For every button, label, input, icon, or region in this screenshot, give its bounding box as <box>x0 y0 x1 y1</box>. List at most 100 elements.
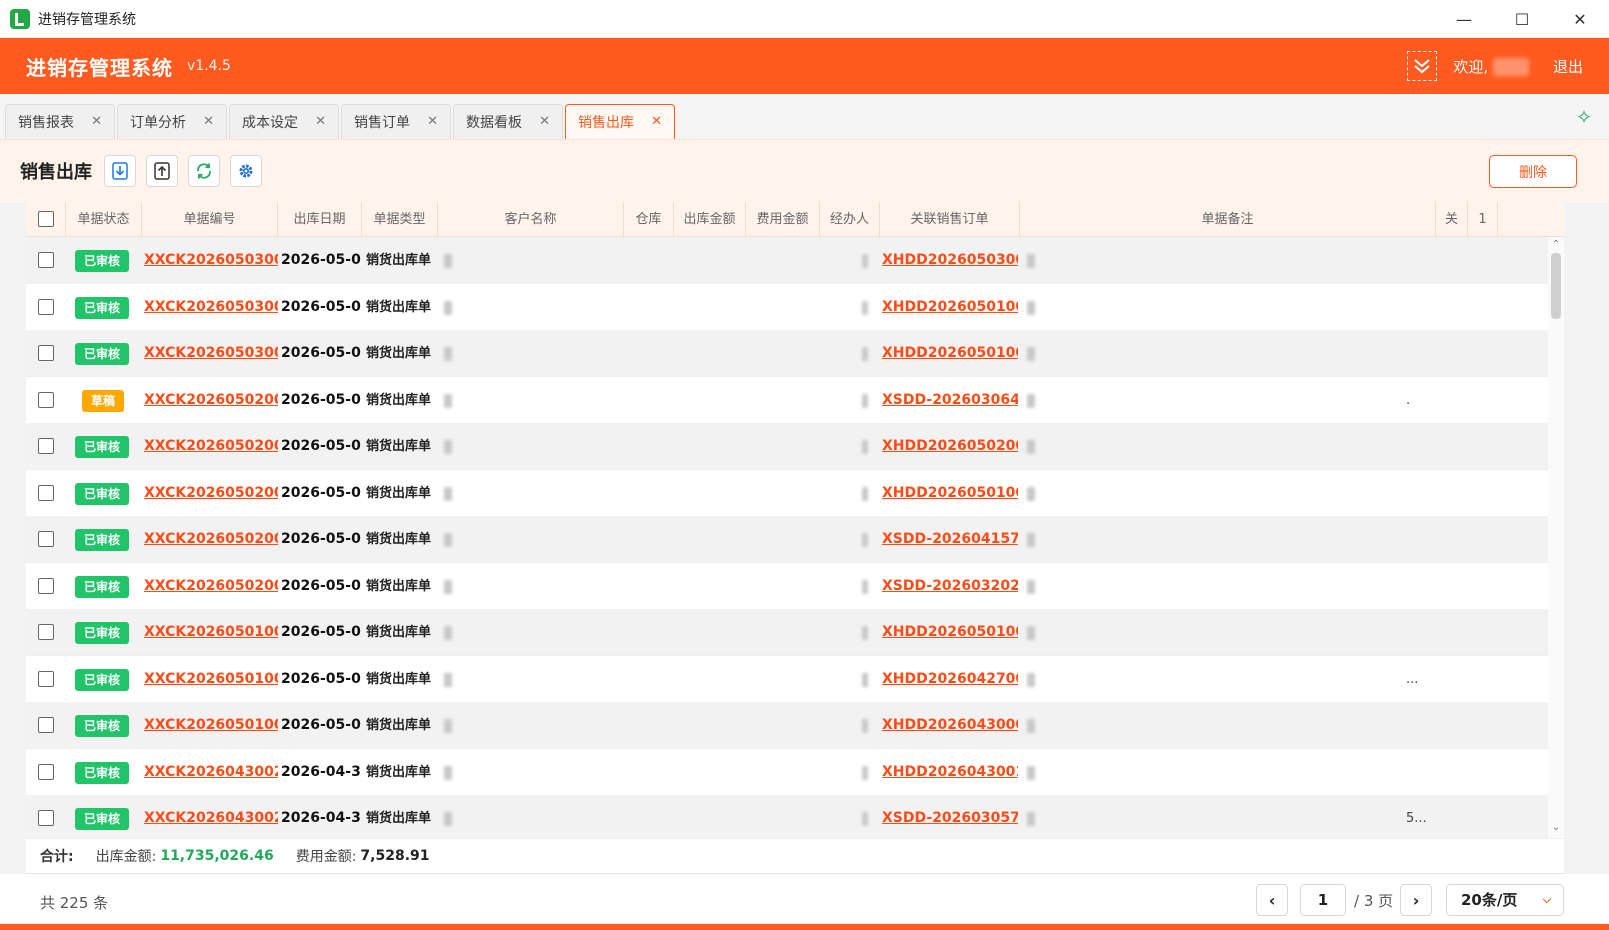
close-window-button[interactable]: ✕ <box>1551 0 1609 38</box>
pinwheel-icon[interactable]: ✧ <box>1573 106 1595 128</box>
doc-no-link[interactable]: XXCK20260502001 <box>144 578 278 594</box>
row-checkbox[interactable] <box>38 438 54 454</box>
linked-order-link[interactable]: XSDD-2026032024 <box>882 578 1018 594</box>
tab-sales-report[interactable]: 销售报表 ✕ <box>5 104 115 139</box>
table-row[interactable]: 已审核 XXCK202605020022026-05-02 销货出库单 XSDD-20… <box>26 516 1564 563</box>
table-row[interactable]: 已审核 XXCK202605030012026-05-03 销货出库单 XHDD202… <box>26 330 1564 377</box>
doc-no-link[interactable]: XXCK20260502005 <box>144 392 278 408</box>
linked-order-link[interactable]: XHDD20260501001 <box>882 345 1018 361</box>
doc-no-link[interactable]: XXCK20260501003 <box>144 671 278 687</box>
linked-order-link[interactable]: XHDD20260503002 <box>882 252 1018 268</box>
linked-order-link[interactable]: XSDD-2026041579 <box>882 531 1018 547</box>
upload-button[interactable] <box>146 155 178 187</box>
doc-no-link[interactable]: XXCK20260501002 <box>144 717 278 733</box>
col-customer[interactable]: 客户名称 <box>438 202 624 237</box>
row-checkbox[interactable] <box>38 484 54 501</box>
doc-no-link[interactable]: XXCK20260503001 <box>144 345 278 361</box>
close-icon[interactable]: ✕ <box>315 114 326 129</box>
col-out-amount[interactable]: 出库金额 <box>674 202 746 237</box>
linked-order-link[interactable]: XHDD20260501003 <box>882 485 1018 501</box>
close-icon[interactable]: ✕ <box>651 114 662 129</box>
close-icon[interactable]: ✕ <box>539 114 550 129</box>
doc-no-link[interactable]: XXCK20260430020 <box>144 810 278 826</box>
col-related[interactable]: 关 <box>1436 202 1468 237</box>
doc-no-link[interactable]: XXCK20260503003 <box>144 252 278 268</box>
tab-sales-outbound[interactable]: 销售出库 ✕ <box>565 104 675 139</box>
table-row[interactable]: 已审核 XXCK202605020012026-05-02 销货出库单 XSDD-20… <box>26 562 1564 610</box>
row-checkbox[interactable] <box>38 670 54 687</box>
doc-no-link[interactable]: XXCK20260501004 <box>144 624 278 640</box>
linked-order-link[interactable]: XHDD20260501004 <box>882 624 1018 640</box>
doc-no-link[interactable]: XXCK20260430021 <box>144 764 278 780</box>
row-checkbox[interactable] <box>38 810 54 826</box>
row-checkbox[interactable] <box>38 577 54 594</box>
linked-order-link[interactable]: XSDD-2026030578 <box>882 810 1018 826</box>
table-scrollbar[interactable]: ⌃ ⌄ <box>1548 237 1564 838</box>
next-page-button[interactable]: › <box>1400 884 1432 916</box>
select-all-checkbox[interactable] <box>37 211 54 227</box>
download-button[interactable] <box>104 155 136 187</box>
row-checkbox[interactable] <box>38 717 54 733</box>
table-row[interactable]: 已审核 XXCK202605030022026-05-03 销货出库单 XHDD202… <box>26 283 1564 331</box>
col-doc-no[interactable]: 单据编号 <box>142 202 278 237</box>
close-icon[interactable]: ✕ <box>91 114 102 129</box>
row-checkbox[interactable] <box>38 624 54 640</box>
table-row[interactable]: 已审核 XXCK202604300202026-04-30 销货出库单 XSDD-20… <box>26 795 1564 838</box>
table-row[interactable]: 已审核 XXCK202605020042026-05-02 销货出库单 XHDD202… <box>26 423 1564 470</box>
col-extra[interactable]: 1 <box>1468 202 1498 237</box>
linked-order-link[interactable]: XHDD20260427001 <box>882 671 1018 687</box>
delete-button[interactable]: 删除 <box>1489 155 1577 188</box>
tab-sales-order[interactable]: 销售订单 ✕ <box>341 104 451 139</box>
scroll-thumb[interactable] <box>1551 253 1561 319</box>
table-row[interactable]: 已审核 XXCK202605010022026-05-01 销货出库单 XHDD202… <box>26 702 1564 749</box>
settings-button[interactable] <box>230 155 262 187</box>
out-date: 2026-05-01 <box>281 624 361 640</box>
page-size-select[interactable]: 20条/页 ⌵ <box>1446 884 1564 916</box>
col-out-date[interactable]: 出库日期 <box>278 202 362 237</box>
col-warehouse[interactable]: 仓库 <box>624 202 674 237</box>
page-number-input[interactable]: 1 <box>1300 884 1346 916</box>
collapse-header-button[interactable] <box>1407 51 1438 81</box>
doc-no-link[interactable]: XXCK20260502003 <box>144 485 278 501</box>
table-row[interactable]: 已审核 XXCK202605010032026-05-01 销货出库单 XHDD202… <box>26 655 1564 703</box>
table-row[interactable]: 已审核 XXCK202605030032026-05-03 销货出库单 XHDD202… <box>26 237 1564 284</box>
row-checkbox[interactable] <box>38 391 54 408</box>
col-linked-order[interactable]: 关联销售订单 <box>880 202 1020 237</box>
linked-order-link[interactable]: XSDD-2026030641 <box>882 392 1018 408</box>
table-row[interactable]: 草稿 XXCK202605020052026-05-02 销货出库单 XSDD-202… <box>26 376 1564 424</box>
app-name: 进销存管理系统 <box>26 55 173 80</box>
maximize-button[interactable]: ☐ <box>1493 0 1551 38</box>
close-icon[interactable]: ✕ <box>203 114 214 129</box>
tab-order-analysis[interactable]: 订单分析 ✕ <box>117 104 227 139</box>
linked-order-link[interactable]: XHDD20260430005 <box>882 717 1018 733</box>
table-row[interactable]: 已审核 XXCK202605020032026-05-02 销货出库单 XHDD202… <box>26 469 1564 517</box>
minimize-button[interactable]: — <box>1435 0 1493 38</box>
refresh-button[interactable] <box>188 155 220 187</box>
row-checkbox[interactable] <box>38 763 54 780</box>
col-handler[interactable]: 经办人 <box>820 202 880 237</box>
prev-page-button[interactable]: ‹ <box>1256 884 1288 916</box>
logout-link[interactable]: 退出 <box>1553 56 1583 77</box>
col-doc-type[interactable]: 单据类型 <box>362 202 438 237</box>
scroll-down-icon[interactable]: ⌄ <box>1548 822 1564 833</box>
doc-no-link[interactable]: XXCK20260502002 <box>144 531 278 547</box>
page-size-value: 20条/页 <box>1461 891 1518 909</box>
tab-dashboard[interactable]: 数据看板 ✕ <box>453 104 563 139</box>
linked-order-link[interactable]: XHDD20260502001 <box>882 438 1018 454</box>
col-remark[interactable]: 单据备注 <box>1020 202 1436 237</box>
linked-order-link[interactable]: XHDD20260501005 <box>882 299 1018 315</box>
row-checkbox[interactable] <box>38 298 54 315</box>
col-status[interactable]: 单据状态 <box>66 202 142 237</box>
doc-no-link[interactable]: XXCK20260502004 <box>144 438 278 454</box>
doc-no-link[interactable]: XXCK20260503002 <box>144 299 278 315</box>
row-checkbox[interactable] <box>38 345 54 361</box>
row-checkbox[interactable] <box>38 531 54 547</box>
close-icon[interactable]: ✕ <box>427 114 438 129</box>
col-fee-amount[interactable]: 费用金额 <box>746 202 820 237</box>
tab-cost-settings[interactable]: 成本设定 ✕ <box>229 104 339 139</box>
row-checkbox[interactable] <box>38 252 54 268</box>
table-row[interactable]: 已审核 XXCK202604300212026-04-30 销货出库单 XHDD202… <box>26 748 1564 796</box>
table-row[interactable]: 已审核 XXCK202605010042026-05-01 销货出库单 XHDD202… <box>26 609 1564 656</box>
scroll-up-icon[interactable]: ⌃ <box>1548 239 1564 250</box>
linked-order-link[interactable]: XHDD20260430010 <box>882 764 1018 780</box>
